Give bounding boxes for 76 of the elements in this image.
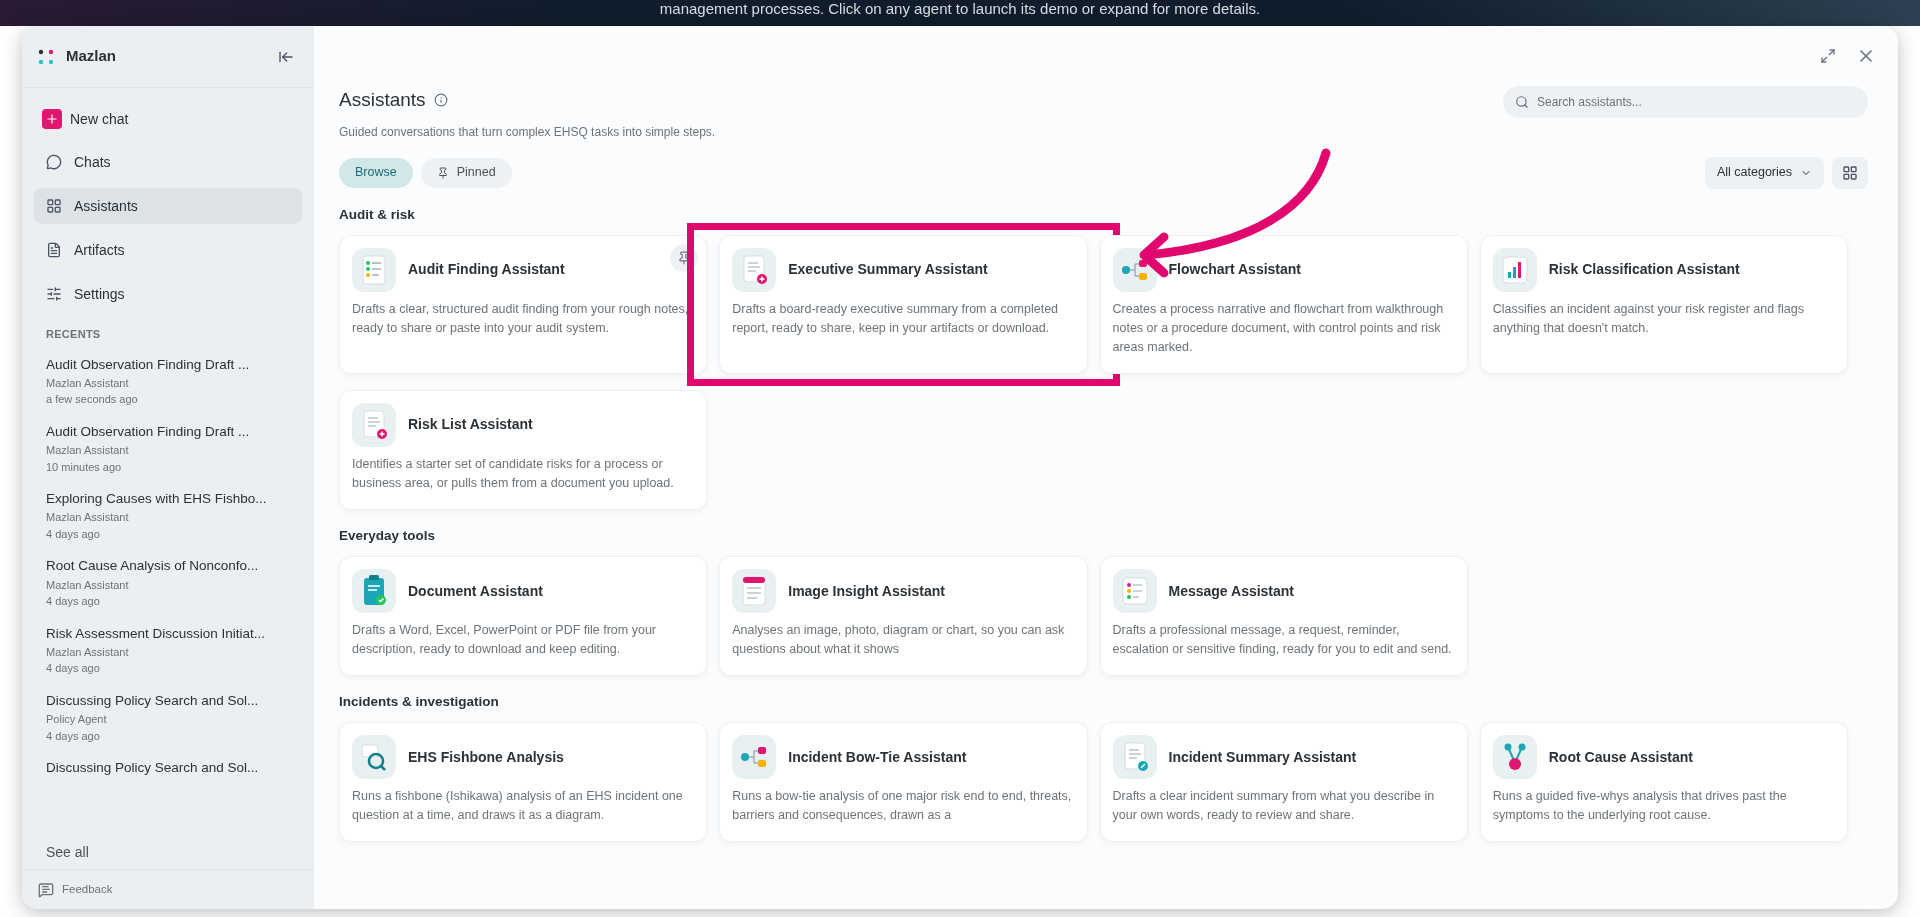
card-title: Root Cause Assistant [1548,747,1693,767]
assistant-card[interactable]: Message Assistant Drafts a professional message, a request, reminder, escalation or sensitive finding, ready for you to edit and send. [1099,556,1468,676]
assistant-card[interactable]: Document Assistant Drafts a Word, Excel, PowerPoint or PDF file from your description, ready to download and keep editing. [339,556,708,676]
recent-chat-item[interactable]: Risk Assessment Discussion Initiat... Mazlan Assistant 4 days ago [46,623,290,677]
card-title: Image Insight Assistant [788,581,945,601]
card-title: Executive Summary Assistant [788,260,988,280]
card-description: Drafts a Word, Excel, PowerPoint or PDF file from your description, ready to download and keep editing. [352,622,658,658]
recent-chat-item[interactable]: Audit Observation Finding Draft ... Mazlan Assistant 10 minutes ago [46,421,290,475]
card-title: Risk Classification Assistant [1548,260,1740,280]
card-description: Analyses an image, photo, diagram or chart, so you can ask questions about what it shows [732,622,1066,658]
section-heading: Incidents & investigation [339,693,500,711]
search-input[interactable]: Search assistants... [1537,93,1856,111]
card-description: Drafts a board-ready executive summary from a completed report, ready to share, keep in your artifacts or download. [732,300,1060,337]
card-title: Message Assistant [1168,581,1295,601]
brand-name: Mazlan [66,46,116,67]
card-description: Runs a bow-tie analysis of one major risk end to end, threats, barriers and consequences, drawn as a [732,788,1073,825]
pin-icon [436,166,449,179]
recent-chat-item[interactable]: Root Cause Analysis of Nonconfo... Mazlan Assistant 4 days ago [46,556,290,610]
recents-heading: RECENTS [45,327,102,342]
assistant-card[interactable]: Risk Classification Assistant Classifies an incident against your risk register and flags anything that doesn't match. [1479,234,1848,374]
filter-tab[interactable]: Browse [339,157,413,188]
card-title: Audit Finding Assistant [408,260,565,280]
assistant-card[interactable]: Flowchart Assistant Creates a process narrative and flowchart from walkthrough notes or a procedure document, with control points and risk areas marked. [1099,234,1468,374]
search-field[interactable]: Search assistants... [1503,86,1868,118]
category-dropdown[interactable]: All categories [1704,156,1824,189]
settings-icon [46,286,62,302]
info-icon [433,93,448,108]
recent-chat-item[interactable]: Discussing Policy Search and Sol... Policy Agent 4 days ago [46,690,290,744]
card-title: EHS Fishbone Analysis [408,747,564,767]
assistant-card[interactable]: Executive Summary Assistant Drafts a board-ready executive summary from a completed report, ready to share, keep in your artifacts or download. [719,234,1088,374]
nav-item[interactable]: Settings [34,276,302,312]
page-subtitle: Guided conversations that turn complex EHSQ tasks into simple steps. [339,123,716,141]
page-title: Assistants [339,88,426,112]
recent-chat-item[interactable]: Discussing Policy Search and Sol... [46,758,290,779]
search-icon [1515,95,1529,109]
nav-item[interactable]: Artifacts [34,232,302,268]
assistant-card[interactable]: Risk List Assistant Identifies a starter set of candidate risks for a process or business area, or pulls them from a document you upload. [339,389,708,510]
logo-icon [38,48,54,65]
grid-icon [1842,164,1858,181]
card-description: Identifies a starter set of candidate risks for a process or business area, or pulls them from a document you upload. [352,455,675,492]
card-description: Drafts a clear, structured audit finding from your rough notes, ready to share or paste into your audit system. [352,300,690,337]
expand-icon [1820,48,1836,64]
assistant-card[interactable]: Image Insight Assistant Analyses an image, photo, diagram or chart, so you can ask questions about what it shows [719,556,1088,676]
card-description: Runs a guided five-whys analysis that drives past the symptoms to the underlying root cause. [1492,788,1788,825]
assistant-card[interactable]: Incident Bow-Tie Assistant Runs a bow-tie analysis of one major risk end to end, threats, barriers and consequences, drawn as a [719,722,1088,843]
recent-chat-item[interactable]: Audit Observation Finding Draft ... Mazlan Assistant a few seconds ago [46,354,290,408]
card-description: Runs a fishbone (Ishikawa) analysis of an EHS incident one question at a time, and draws it as a diagram. [352,788,684,825]
assistant-card[interactable]: Audit Finding Assistant Drafts a clear, structured audit finding from your rough notes, ready to share or paste into your audit system. [339,234,708,374]
card-description: Drafts a professional message, a request, reminder, escalation or sensitive finding, ready for you to edit and send. [1112,622,1453,658]
card-description: Classifies an incident against your risk register and flags anything that doesn't match. [1492,300,1805,337]
card-title: Flowchart Assistant [1168,260,1301,280]
chat-bubble-icon [46,154,62,170]
document-icon [46,242,62,258]
see-all-link[interactable]: See all [22,836,314,869]
recent-chat-item[interactable]: Exploring Causes with EHS Fishbo... Mazlan Assistant 4 days ago [46,489,290,543]
feedback-button[interactable]: Feedback [38,880,113,899]
filter-tab[interactable]: Pinned [420,157,512,188]
card-title: Document Assistant [408,581,543,601]
assistant-card[interactable]: Incident Summary Assistant Drafts a clear incident summary from what you describe in your own words, ready to review and share. [1099,722,1468,843]
nav-item[interactable]: Assistants [34,188,302,224]
card-title: Incident Summary Assistant [1168,747,1357,767]
grid-icon [46,198,62,214]
section-heading: Audit & risk [339,205,416,224]
new-chat-button[interactable]: New chat [34,102,302,136]
card-title: Incident Bow-Tie Assistant [788,747,967,767]
assistant-card[interactable]: EHS Fishbone Analysis Runs a fishbone (Ishikawa) analysis of an EHS incident one question at a time, and draws it as a diagram. [339,722,708,843]
card-title: Risk List Assistant [408,415,533,435]
grid-view-button[interactable] [1832,156,1868,189]
banner-text: management processes. Click on any agent to launch its demo or expand for more details. [659,0,1261,18]
card-description: Drafts a clear incident summary from what you describe in your own words, ready to review and share. [1112,788,1436,825]
card-description: Creates a process narrative and flowchart from walkthrough notes or a procedure document, with control points and risk areas marked. [1112,300,1445,356]
assistant-card[interactable]: Root Cause Assistant Runs a guided five-whys analysis that drives past the symptoms to the underlying root cause. [1479,722,1848,843]
feedback-icon [38,881,54,898]
section-heading: Everyday tools [339,526,437,545]
nav-item[interactable]: Chats [34,144,302,180]
expand-button[interactable] [1820,48,1836,64]
